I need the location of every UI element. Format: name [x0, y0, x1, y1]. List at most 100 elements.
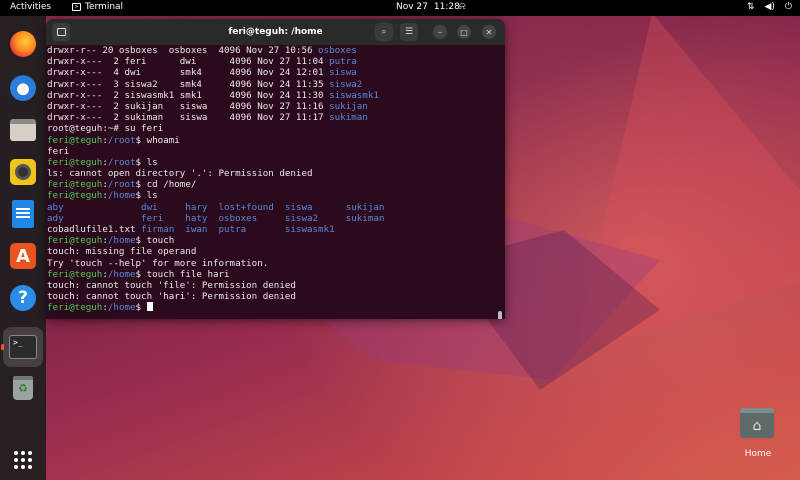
- terminal-text-segment: siswasmk1: [329, 89, 379, 101]
- writer-icon: [12, 200, 34, 228]
- trash-icon: ♻: [13, 376, 33, 400]
- terminal-line: drwxr-x--- 4 dwi smk4 4096 Nov 24 12:01 …: [47, 67, 505, 78]
- terminal-icon: >_: [9, 335, 37, 359]
- terminal-line: drwxr-r-- 20 osboxes osboxes 4096 Nov 27…: [47, 45, 505, 56]
- volume-icon: ◀): [764, 2, 775, 12]
- app-menu-label: Terminal: [85, 2, 124, 12]
- terminal-line: feri@teguh:/home$: [47, 302, 505, 313]
- terminal-text-segment: feri@teguh: [47, 156, 103, 168]
- terminal-text-segment: feri@teguh: [47, 268, 103, 280]
- terminal-icon: >: [72, 3, 81, 11]
- maximize-icon: □: [460, 27, 468, 37]
- dock-rhythmbox[interactable]: [7, 156, 39, 188]
- power-icon: ⏻: [784, 2, 792, 12]
- home-folder-icon: ⌂: [740, 408, 774, 438]
- window-titlebar[interactable]: feri@teguh: /home ⌕ ☰ – □ ✕: [46, 19, 505, 45]
- terminal-line: feri: [47, 146, 505, 157]
- dock-trash[interactable]: ♻: [7, 372, 39, 404]
- terminal-line: feri@teguh:/home$ touch file hari: [47, 269, 505, 280]
- dock-files[interactable]: [7, 114, 39, 146]
- terminal-line: ady feri haty osboxes siswa2 sukiman: [47, 213, 505, 224]
- dock-thunderbird[interactable]: [7, 72, 39, 104]
- terminal-text-segment: $: [135, 302, 147, 314]
- terminal-line: feri@teguh:/home$ touch: [47, 235, 505, 246]
- terminal-text-segment: /root: [107, 179, 136, 191]
- terminal-text-segment: /home: [107, 268, 136, 280]
- dock-firefox[interactable]: [7, 28, 39, 60]
- clock-time: 11:28: [433, 2, 460, 12]
- terminal-text-segment: $ ls: [135, 190, 158, 202]
- terminal-text-segment: feri@teguh: [47, 302, 103, 314]
- terminal-text-segment: sukijan: [329, 100, 368, 112]
- terminal-text-segment: feri@teguh: [47, 179, 103, 191]
- terminal-line: feri@teguh:/root$ cd /home/: [47, 179, 505, 190]
- network-icon: ⇅: [746, 2, 755, 12]
- terminal-text-segment: osboxes: [318, 45, 357, 56]
- terminal-window[interactable]: feri@teguh: /home ⌕ ☰ – □ ✕ drwxr-r-- 20…: [46, 19, 505, 319]
- terminal-text-segment: touch: cannot touch 'file': Permission d…: [47, 279, 296, 291]
- dock-libreoffice-writer[interactable]: [7, 198, 39, 230]
- hamburger-icon: ☰: [404, 27, 414, 37]
- terminal-line: touch: cannot touch 'hari': Permission d…: [47, 291, 505, 302]
- terminal-text-segment: touch: cannot touch 'hari': Permission d…: [47, 291, 296, 303]
- terminal-text-segment: aby dwi hary lost+found siswa sukijan: [47, 201, 385, 213]
- terminal-line: aby dwi hary lost+found siswa sukijan: [47, 202, 505, 213]
- close-icon: ✕: [485, 27, 493, 37]
- terminal-text-segment: feri: [47, 145, 70, 157]
- terminal-text-segment: Try 'touch --help' for more information.: [47, 257, 269, 269]
- menu-button[interactable]: ☰: [400, 23, 418, 41]
- terminal-line: feri@teguh:/root$ whoami: [47, 135, 505, 146]
- terminal-line: touch: missing file operand: [47, 246, 505, 257]
- terminal-text-segment: drwxr-x--- 2 siswasmk1 smk1 4096 Nov 24 …: [47, 89, 330, 101]
- terminal-text-segment: drwxr-x--- 2 sukijan siswa 4096 Nov 27 1…: [47, 100, 330, 112]
- terminal-line: feri@teguh:/home$ ls: [47, 190, 505, 201]
- terminal-line: root@teguh:~# su feri: [47, 123, 505, 134]
- terminal-text-segment: $ touch: [135, 235, 175, 247]
- terminal-text-segment: siswa2: [329, 78, 363, 90]
- clock[interactable]: Nov 27 11:28: [396, 2, 460, 12]
- terminal-text-segment: drwxr-x--- 3 siswa2 smk4 4096 Nov 24 11:…: [47, 78, 330, 90]
- terminal-text-segment: ady feri haty osboxes siswa2 sukiman: [47, 212, 385, 224]
- terminal-output[interactable]: drwxr-r-- 20 osboxes osboxes 4096 Nov 27…: [46, 45, 505, 319]
- dock-terminal[interactable]: >_: [3, 327, 43, 367]
- maximize-button[interactable]: □: [457, 25, 471, 39]
- terminal-line: drwxr-x--- 2 feri dwi 4096 Nov 27 11:04 …: [47, 56, 505, 67]
- terminal-text-segment: feri@teguh: [47, 235, 103, 247]
- terminal-text-segment: feri@teguh: [47, 190, 103, 202]
- app-menu[interactable]: > Terminal: [72, 2, 123, 12]
- system-tray[interactable]: ⇅ ◀) ⏻: [747, 2, 792, 12]
- activities-button[interactable]: Activities: [10, 2, 51, 12]
- files-icon: [10, 119, 36, 141]
- help-icon: ?: [10, 285, 36, 311]
- terminal-text-segment: putra: [329, 56, 357, 68]
- terminal-line: drwxr-x--- 2 sukiman siswa 4096 Nov 27 1…: [47, 112, 505, 123]
- terminal-text-segment: $ whoami: [135, 134, 180, 146]
- rhythmbox-icon: [10, 159, 36, 185]
- close-button[interactable]: ✕: [482, 25, 496, 39]
- dock-help[interactable]: ?: [7, 282, 39, 314]
- desktop-home-label: Home: [744, 449, 772, 459]
- terminal-text-segment: cobadlufile1.txt: [47, 224, 142, 235]
- terminal-scrollbar[interactable]: [498, 311, 502, 319]
- terminal-line: drwxr-x--- 2 siswasmk1 smk1 4096 Nov 24 …: [47, 90, 505, 101]
- terminal-text-segment: /root: [107, 156, 136, 168]
- show-apps-button[interactable]: [7, 444, 39, 476]
- terminal-text-segment: root@teguh:~# su feri: [47, 123, 164, 135]
- minimize-button[interactable]: –: [433, 25, 447, 39]
- terminal-text-segment: $ touch file hari: [135, 268, 230, 280]
- search-button[interactable]: ⌕: [375, 23, 393, 41]
- dock-ubuntu-software[interactable]: A: [7, 240, 39, 272]
- terminal-text-segment: drwxr-r-- 20 osboxes osboxes 4096 Nov 27…: [47, 45, 319, 56]
- terminal-text-segment: feri@teguh: [47, 134, 103, 146]
- terminal-text-segment: touch: missing file operand: [47, 246, 197, 258]
- firefox-icon: [10, 31, 36, 57]
- terminal-line: Try 'touch --help' for more information.: [47, 258, 505, 269]
- desktop-home-folder[interactable]: ⌂: [740, 408, 776, 444]
- notification-bell-icon[interactable]: ⍾: [459, 1, 466, 12]
- terminal-line: drwxr-x--- 3 siswa2 smk4 4096 Nov 24 11:…: [47, 79, 505, 90]
- terminal-text-segment: sukiman: [329, 112, 368, 124]
- terminal-text-segment: $ cd /home/: [135, 179, 197, 191]
- terminal-line: ls: cannot open directory '.': Permissio…: [47, 168, 505, 179]
- terminal-text-segment: $ ls: [135, 156, 158, 168]
- terminal-text-segment: firman iwan putra siswasmk1: [141, 224, 335, 235]
